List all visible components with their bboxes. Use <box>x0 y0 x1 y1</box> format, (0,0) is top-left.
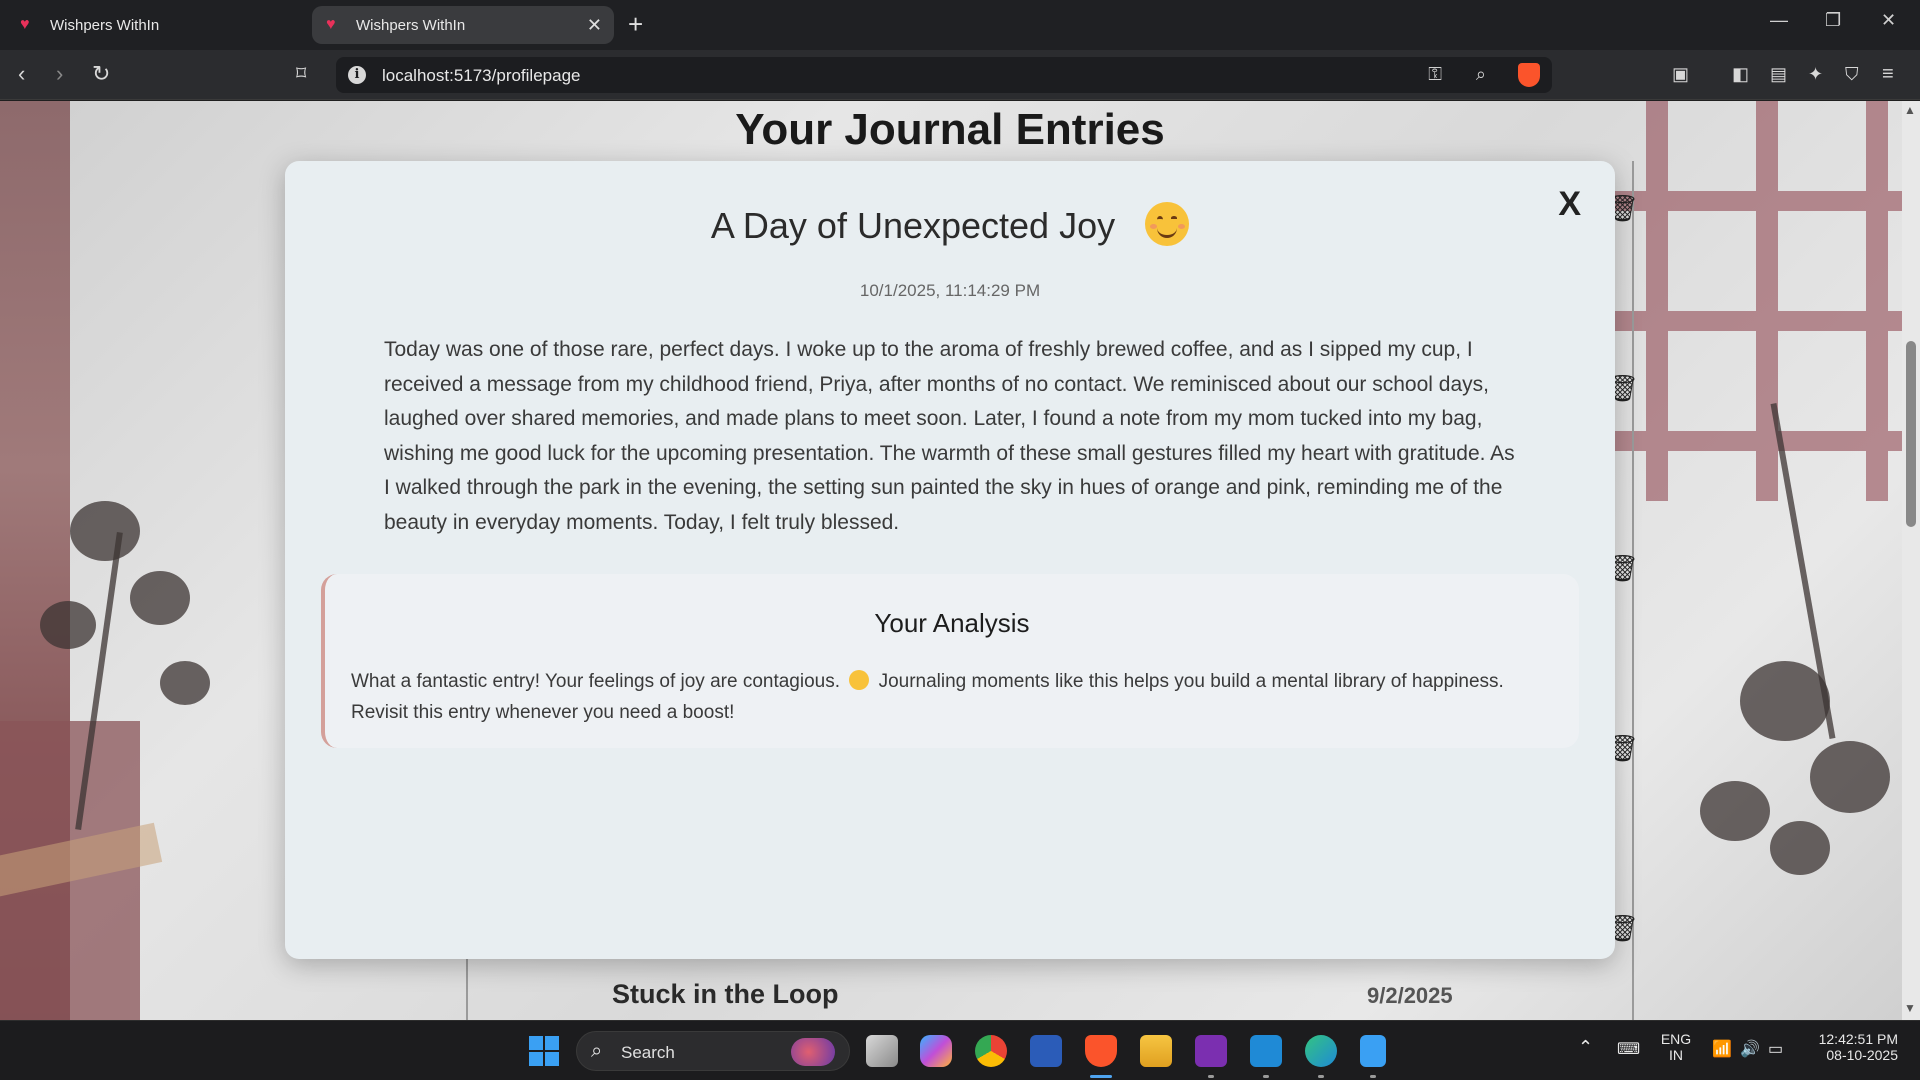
journal-entry-date: 9/2/2025 <box>1367 983 1453 1008</box>
clock-time: 12:42:51 PM <box>1818 1031 1898 1047</box>
running-app-indicator <box>1263 1075 1269 1078</box>
edge-icon[interactable] <box>1305 1035 1337 1067</box>
decorative-plaid <box>1606 101 1906 501</box>
running-app-indicator <box>1318 1075 1324 1078</box>
dried-flower-left <box>160 661 210 705</box>
dried-flower-right <box>1700 781 1770 841</box>
smiling-face-icon <box>1145 202 1190 247</box>
tray-overflow-icon[interactable]: ⌃ <box>1578 1037 1593 1058</box>
dried-flower-left <box>130 571 190 625</box>
restore-icon[interactable]: ❐ <box>1825 10 1841 31</box>
region-code: IN <box>1669 1047 1683 1063</box>
reload-icon[interactable]: ↻ <box>92 62 110 86</box>
zoom-icon[interactable]: ⌕ <box>1476 64 1486 85</box>
entry-timestamp: 10/1/2025, 11:14:29 PM <box>859 281 1041 300</box>
running-app-indicator <box>1370 1075 1376 1078</box>
language-indicator[interactable]: ENG IN <box>1660 1031 1692 1063</box>
bookmark-icon[interactable]: ⌑ <box>296 62 306 86</box>
dried-flower-right <box>1810 741 1890 813</box>
analysis-title: Your Analysis <box>874 608 1030 638</box>
clock-date: 08-10-2025 <box>1826 1047 1898 1063</box>
brave-browser-icon[interactable] <box>1085 1035 1117 1067</box>
file-explorer-icon[interactable] <box>1140 1035 1172 1067</box>
entry-title-text: A Day of Unexpected Joy <box>710 205 1116 246</box>
tab-close-icon[interactable]: ✕ <box>587 15 602 36</box>
dried-flower-right <box>1770 821 1830 875</box>
word-icon[interactable] <box>1030 1035 1062 1067</box>
brave-shields-icon[interactable] <box>1518 63 1540 87</box>
reader-mode-icon[interactable]: ▣ <box>1672 62 1689 86</box>
onenote-icon[interactable] <box>1195 1035 1227 1067</box>
back-icon[interactable]: ‹ <box>18 62 25 86</box>
journal-entry-title[interactable]: Stuck in the Loop <box>612 979 839 1010</box>
browser-tab-bar: ♥ Wishpers WithIn ♥ Wishpers WithIn ✕ + … <box>0 0 1920 50</box>
chrome-icon[interactable] <box>975 1035 1007 1067</box>
task-view-icon[interactable] <box>866 1035 898 1067</box>
scroll-down-icon[interactable]: ▼ <box>1904 1001 1916 1015</box>
analysis-card: Your Analysis What a fantastic entry! Yo… <box>321 574 1579 748</box>
forward-icon[interactable]: › <box>56 62 63 86</box>
dried-flower-left <box>70 501 140 561</box>
entry-title: A Day of Unexpected Joy <box>285 202 1615 250</box>
vpn-shield-icon[interactable]: ⛉ <box>1845 62 1859 86</box>
address-bar[interactable]: i localhost:5173/profilepage ⚿ ⌕ <box>336 57 1552 93</box>
scroll-up-icon[interactable]: ▲ <box>1904 103 1916 117</box>
taskbar-search[interactable]: ⌕ Search <box>576 1031 850 1071</box>
active-app-indicator <box>1090 1075 1112 1078</box>
analysis-text-part1: What a fantastic entry! Your feelings of… <box>351 671 841 692</box>
clock[interactable]: 12:42:51 PM 08-10-2025 <box>1808 1031 1898 1063</box>
tab-title: Wishpers WithIn <box>356 16 466 34</box>
windows-start-icon[interactable] <box>529 1036 559 1066</box>
leo-ai-icon[interactable]: ✦ <box>1808 62 1823 86</box>
page-title: Your Journal Entries <box>735 105 1165 154</box>
smiling-face-icon <box>849 670 870 690</box>
vscode-icon[interactable] <box>1250 1035 1282 1067</box>
minimize-icon[interactable]: — <box>1770 10 1788 31</box>
wallet-icon[interactable]: ▤ <box>1770 62 1787 86</box>
site-info-icon[interactable]: i <box>348 66 366 84</box>
analysis-text: What a fantastic entry! Your feelings of… <box>351 666 1561 728</box>
browser-tab-1[interactable]: ♥ Wishpers WithIn <box>6 6 306 44</box>
copilot-icon[interactable] <box>920 1035 952 1067</box>
heart-favicon-icon: ♥ <box>326 16 336 33</box>
url-text: localhost:5173/profilepage <box>382 66 581 85</box>
sidebar-icon[interactable]: ◧ <box>1732 62 1749 86</box>
windows-taskbar: ⌕ Search ⌃ ⌨ ENG IN 📶 🔊 ▭ 12:42:51 PM 08… <box>0 1020 1920 1080</box>
tab-title: Wishpers WithIn <box>50 16 160 34</box>
browser-toolbar: ‹ › ↻ ⌑ i localhost:5173/profilepage ⚿ ⌕… <box>0 50 1920 100</box>
browser-tab-2[interactable]: ♥ Wishpers WithIn ✕ <box>312 6 614 44</box>
entry-body: Today was one of those rare, perfect day… <box>384 338 1515 534</box>
entry-modal: X A Day of Unexpected Joy 10/1/2025, 11:… <box>285 161 1615 959</box>
language-code: ENG <box>1660 1031 1692 1047</box>
window-close-icon[interactable]: ✕ <box>1881 10 1896 31</box>
running-app-indicator <box>1208 1075 1214 1078</box>
menu-icon[interactable]: ≡ <box>1882 62 1894 86</box>
page-scrollbar[interactable]: ▲ ▼ <box>1902 101 1920 1020</box>
search-icon: ⌕ <box>591 1040 603 1062</box>
notepad-icon[interactable] <box>1360 1035 1386 1067</box>
keyboard-icon[interactable]: ⌨ <box>1617 1039 1640 1059</box>
heart-favicon-icon: ♥ <box>20 16 30 33</box>
new-tab-icon[interactable]: + <box>628 10 643 38</box>
volume-icon[interactable]: 🔊 <box>1740 1039 1760 1059</box>
search-label: Search <box>621 1043 675 1062</box>
scrollbar-thumb[interactable] <box>1906 341 1916 527</box>
search-highlight-icon <box>791 1038 835 1066</box>
wifi-icon[interactable]: 📶 <box>1712 1039 1732 1059</box>
dried-flower-right <box>1740 661 1830 741</box>
password-key-icon[interactable]: ⚿ <box>1428 64 1442 85</box>
dried-flower-left <box>40 601 96 649</box>
battery-icon[interactable]: ▭ <box>1768 1039 1783 1059</box>
